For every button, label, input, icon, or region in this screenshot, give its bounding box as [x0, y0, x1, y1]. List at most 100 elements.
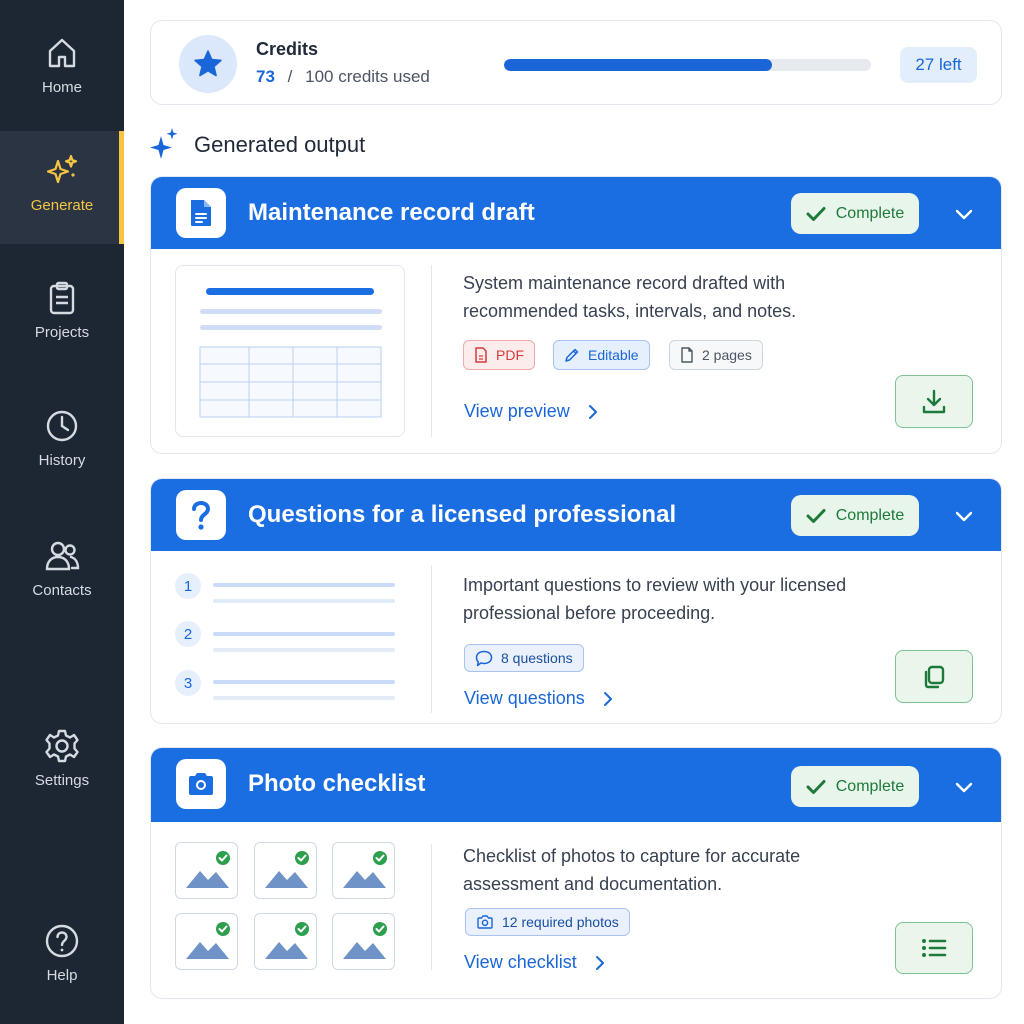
list-icon [922, 939, 947, 957]
sidebar-item-contacts[interactable]: Contacts [0, 538, 124, 608]
photo-thumbnail [254, 842, 317, 899]
list-line [213, 599, 395, 603]
output-card-maintenance-record: Maintenance record draft Complete System… [150, 176, 1002, 454]
sidebar-item-generate[interactable]: Generate [0, 131, 124, 244]
photo-thumbnail [175, 842, 238, 899]
status-badge: Complete [791, 766, 919, 807]
credits-progress-bar [504, 59, 871, 71]
document-preview-thumbnail [175, 265, 405, 437]
checklist-button[interactable] [895, 922, 973, 974]
download-button[interactable] [895, 375, 973, 428]
card-divider [431, 844, 432, 970]
link-label: View preview [464, 401, 570, 421]
sparkles-icon [150, 128, 178, 159]
sidebar-item-help[interactable]: Help [0, 923, 124, 993]
download-icon [922, 389, 946, 413]
clipboard-icon [49, 281, 75, 315]
check-icon [806, 779, 826, 794]
card-header[interactable]: Questions for a licensed professional Co… [151, 479, 1001, 551]
check-icon [806, 206, 826, 221]
photo-thumbnail [332, 913, 395, 970]
image-icon [343, 851, 387, 888]
image-icon [186, 851, 230, 888]
check-icon [806, 508, 826, 523]
sidebar-item-label: Contacts [32, 582, 92, 599]
sidebar-item-history[interactable]: History [0, 408, 124, 478]
image-icon [186, 922, 230, 959]
photo-thumbnail [254, 913, 317, 970]
chevron-right-icon [595, 955, 604, 970]
home-icon [48, 38, 76, 68]
card-description: System maintenance record drafted with r… [463, 273, 797, 321]
card-header[interactable]: Maintenance record draft Complete [151, 177, 1001, 249]
page-icon [681, 347, 693, 363]
image-icon [265, 851, 309, 888]
clock-icon [46, 410, 78, 442]
tag-questions-count: 8 questions [464, 644, 584, 672]
credits-used-value: 73 [256, 67, 275, 86]
tag-required-photos: 12 required photos [465, 908, 630, 936]
sidebar-item-home[interactable]: Home [0, 35, 124, 105]
tag-label: 8 questions [501, 650, 573, 666]
tag-pdf: PDF [463, 340, 535, 370]
chat-bubble-icon [475, 650, 493, 666]
chevron-right-icon [588, 404, 597, 419]
sidebar-item-label: History [38, 452, 86, 469]
tag-editable: Editable [553, 340, 650, 370]
card-description: Important questions to review with your … [463, 575, 847, 623]
card-header[interactable]: Photo checklist Complete [151, 748, 1001, 822]
help-icon [45, 924, 79, 958]
chevron-down-icon[interactable] [951, 503, 977, 529]
sidebar-item-label: Projects [34, 324, 90, 341]
output-card-photo-checklist: Photo checklist Complete Checklist of ph… [150, 747, 1002, 999]
credits-usage-text: 73 / 100 credits used [256, 67, 430, 87]
tag-label: Editable [588, 347, 639, 363]
status-label: Complete [835, 204, 905, 222]
tag-pages: 2 pages [669, 340, 763, 370]
credits-title: Credits [256, 39, 319, 59]
list-number: 2 [175, 621, 201, 647]
output-card-questions: Questions for a licensed professional Co… [150, 478, 1002, 724]
card-description: Checklist of photos to capture for accur… [463, 846, 801, 894]
view-preview-link[interactable]: View preview [464, 401, 602, 422]
copy-icon [924, 665, 945, 688]
photo-thumbnail [332, 842, 395, 899]
chevron-down-icon[interactable] [951, 774, 977, 800]
image-icon [343, 922, 387, 959]
card-title: Maintenance record draft [248, 199, 535, 226]
photo-thumbnail [175, 913, 238, 970]
chevron-down-icon[interactable] [951, 201, 977, 227]
file-icon [475, 347, 487, 363]
sparkles-icon [46, 154, 78, 184]
image-icon [265, 922, 309, 959]
credits-panel: Credits 73 / 100 credits used 27 left [150, 20, 1002, 105]
sidebar-item-projects[interactable]: Projects [0, 280, 124, 350]
star-icon [179, 35, 237, 93]
link-label: View checklist [464, 952, 577, 972]
users-icon [45, 541, 80, 571]
tag-label: 2 pages [702, 347, 752, 363]
list-line [213, 680, 395, 684]
sidebar-item-settings[interactable]: Settings [0, 728, 124, 798]
list-line [213, 632, 395, 636]
camera-icon [477, 915, 493, 929]
tag-label: PDF [496, 347, 524, 363]
credits-left-badge: 27 left [900, 47, 977, 83]
status-label: Complete [835, 777, 905, 795]
credits-progress-fill [504, 59, 772, 71]
pencil-icon [565, 348, 579, 362]
sidebar-item-label: Home [41, 79, 82, 96]
card-title: Questions for a licensed professional [248, 501, 677, 528]
list-number: 1 [175, 573, 201, 599]
card-divider [431, 265, 432, 437]
card-title: Photo checklist [248, 770, 426, 797]
question-icon [176, 490, 226, 540]
sidebar-item-label: Generate [30, 197, 94, 214]
copy-button[interactable] [895, 650, 973, 703]
chevron-right-icon [603, 691, 612, 706]
status-badge: Complete [791, 495, 919, 536]
view-checklist-link[interactable]: View checklist [464, 952, 609, 973]
view-questions-link[interactable]: View questions [464, 688, 617, 709]
document-icon [176, 188, 226, 238]
gear-icon [45, 729, 79, 763]
